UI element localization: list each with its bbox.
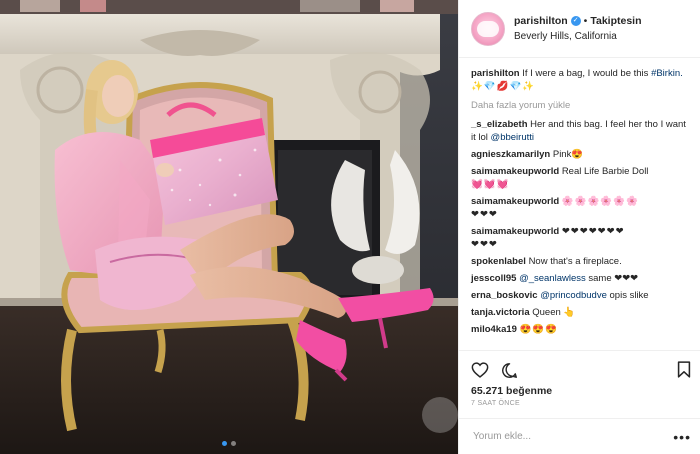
carousel-indicator (0, 441, 458, 446)
comment-item: saimamakeupworld 🌸🌸🌸🌸🌸🌸 ❤❤❤ (471, 195, 690, 221)
comment-mention[interactable]: @bbeirutti (491, 132, 534, 143)
comment-item: saimamakeupworld ❤❤❤❤❤❤❤ ❤❤❤ (471, 225, 690, 251)
comment-username[interactable]: spokenlabel (471, 256, 526, 267)
comment-username[interactable]: milo4ka19 (471, 324, 517, 335)
caption-text: If I were a bag, I would be this (522, 68, 649, 79)
comment-text: Pink😍 (552, 149, 584, 160)
comment-emoji: 💓💓💓 (471, 179, 510, 190)
separator: • (583, 14, 588, 27)
comment-mention[interactable]: @princodbudve (540, 290, 607, 301)
comment-item: tanja.victoria Queen 👆 (471, 306, 690, 319)
comment-text: 🌸🌸🌸🌸🌸🌸 (561, 196, 639, 207)
comment-username[interactable]: _s_elizabeth (471, 119, 528, 130)
caption-hashtag[interactable]: #Birkin. (651, 68, 683, 79)
comment-item: jesscoll95 @_seanlawless same ❤❤❤ (471, 272, 690, 285)
follow-status-button[interactable]: Takiptesin (590, 14, 641, 29)
avatar-logo (477, 20, 499, 37)
bookmark-icon[interactable] (677, 361, 691, 378)
post-timestamp[interactable]: 7 SAAT ÖNCE (471, 400, 691, 407)
comments-list: parishilton If I were a bag, I would be … (459, 58, 700, 336)
comment-username[interactable]: agnieszkamarilyn (471, 149, 550, 160)
post-side-panel: parishilton ✓ • Takiptesin Beverly Hills… (458, 0, 700, 454)
caption-username[interactable]: parishilton (471, 68, 520, 79)
comment-text: Queen 👆 (532, 307, 576, 318)
comment-text: Real Life Barbie Doll (561, 166, 649, 177)
caption: parishilton If I were a bag, I would be … (471, 67, 690, 93)
comment-icon[interactable] (501, 362, 518, 379)
heart-icon[interactable] (471, 362, 489, 378)
comment-emoji: ❤❤❤ (471, 239, 498, 250)
comment-text: 😍😍😍 (519, 324, 559, 335)
comment-username[interactable]: saimamakeupworld (471, 226, 559, 237)
username-link[interactable]: parishilton (514, 14, 568, 29)
comment-username[interactable]: erna_boskovic (471, 290, 538, 301)
avatar[interactable] (471, 11, 505, 46)
comment-item: saimamakeupworld Real Life Barbie Doll 💓… (471, 165, 690, 191)
comment-username[interactable]: jesscoll95 (471, 273, 516, 284)
comment-item: _s_elizabeth Her and this bag. I feel he… (471, 118, 690, 144)
comment-item: milo4ka19 😍😍😍 (471, 323, 690, 336)
add-comment-input[interactable]: Yorum ekle... (473, 431, 531, 442)
post-photo[interactable] (0, 0, 458, 454)
more-options-button[interactable]: ••• (673, 429, 691, 445)
comment-text: opis slike (609, 290, 649, 301)
load-more-comments-button[interactable]: Daha fazla yorum yükle (471, 99, 690, 112)
likes-count[interactable]: 65.271 beğenme (471, 385, 691, 397)
verified-check-icon: ✓ (570, 16, 581, 26)
comment-username[interactable]: tanja.victoria (471, 307, 530, 318)
comment-emoji: ❤❤❤ (471, 209, 498, 220)
caption-emoji: ✨💎💋💎✨ (471, 81, 536, 92)
comment-text: ❤❤❤❤❤❤❤ (561, 226, 625, 237)
comment-username[interactable]: saimamakeupworld (471, 166, 559, 177)
post-header: parishilton ✓ • Takiptesin Beverly Hills… (459, 0, 700, 58)
comment-mention[interactable]: @_seanlawless (519, 273, 586, 284)
comment-text: Now that's a fireplace. (528, 256, 622, 267)
add-comment-bar: Yorum ekle... ••• (459, 418, 700, 454)
location-link[interactable]: Beverly Hills, California (514, 29, 642, 44)
comment-item: agnieszkamarilyn Pink😍 (471, 148, 690, 161)
comment-text: same ❤❤❤ (588, 273, 639, 284)
carousel-dot[interactable] (231, 441, 236, 446)
comment-item: spokenlabel Now that's a fireplace. (471, 255, 690, 268)
carousel-dot[interactable] (222, 441, 227, 446)
comment-username[interactable]: saimamakeupworld (471, 196, 559, 207)
post-image (0, 0, 458, 454)
post-actions: 65.271 beğenme 7 SAAT ÖNCE (459, 350, 700, 407)
comment-item: erna_boskovic @princodbudve opis slike (471, 289, 690, 302)
